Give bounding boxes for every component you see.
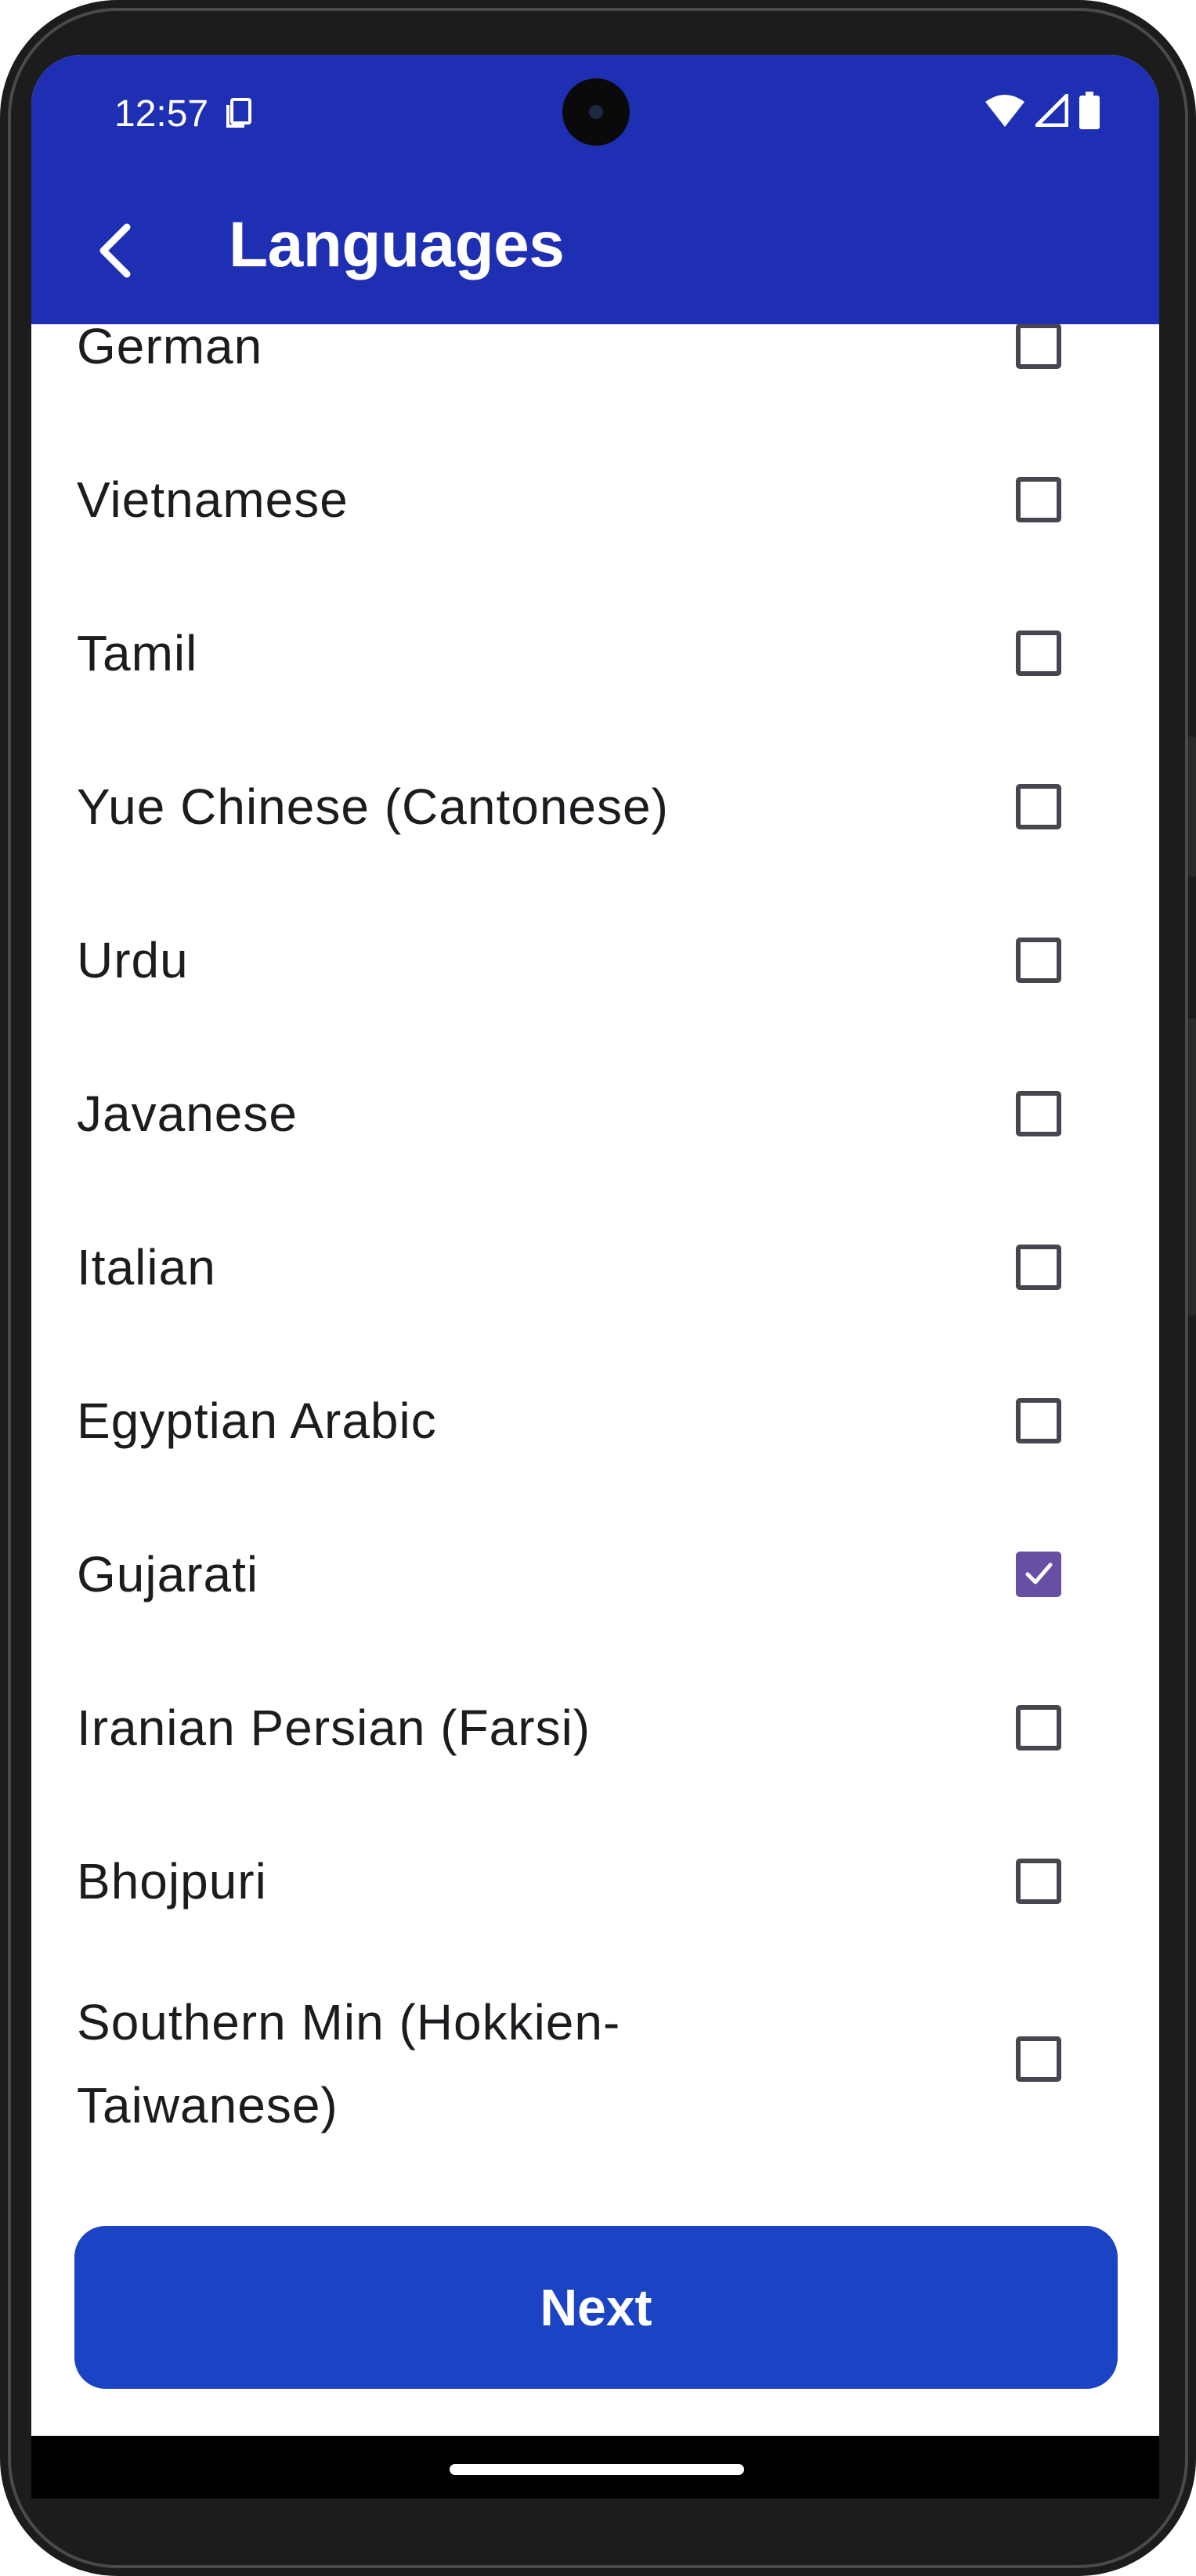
sim-icon: [226, 97, 252, 128]
checkbox[interactable]: [1016, 2036, 1061, 2082]
list-item-label-line-1: Southern Min (Hokkien-: [77, 1994, 621, 2050]
checkbox[interactable]: [1016, 1245, 1061, 1290]
list-item-urdu[interactable]: Urdu: [31, 883, 1159, 1037]
checkbox[interactable]: [1016, 784, 1061, 829]
list-item-german[interactable]: German: [31, 324, 1159, 423]
checkbox[interactable]: [1016, 1705, 1061, 1750]
check-icon: [1025, 1563, 1053, 1584]
app-bar: 12:57 Languages: [31, 55, 1159, 324]
wifi-icon: [985, 94, 1024, 131]
list-item-vietnamese[interactable]: Vietnamese: [31, 423, 1159, 576]
checkbox[interactable]: [1016, 1859, 1061, 1904]
list-item-egyptian-arabic[interactable]: Egyptian Arabic: [31, 1344, 1159, 1498]
status-time: 12:57: [114, 93, 209, 135]
list-item-label: Tamil: [77, 625, 198, 681]
list-item-javanese[interactable]: Javanese: [31, 1037, 1159, 1190]
list-item-yue-chinese[interactable]: Yue Chinese (Cantonese): [31, 730, 1159, 883]
list-item-label: Italian: [77, 1239, 216, 1295]
checkbox[interactable]: [1016, 1398, 1061, 1443]
back-button[interactable]: [77, 211, 155, 290]
list-item-label: Bhojpuri: [77, 1853, 267, 1909]
list-item-label: German: [77, 324, 263, 374]
checkbox[interactable]: [1016, 477, 1061, 522]
checkbox-checked[interactable]: [1016, 1552, 1061, 1597]
list-item-gujarati[interactable]: Gujarati: [31, 1498, 1159, 1651]
list-item-label: Yue Chinese (Cantonese): [77, 779, 669, 835]
navigation-bar: [31, 2436, 1159, 2498]
device-frame: 12:57 Languages German Vietnamese Tamil …: [0, 0, 1196, 2576]
checkbox[interactable]: [1016, 1091, 1061, 1136]
page-title: Languages: [229, 209, 565, 280]
front-camera: [562, 78, 630, 146]
screen: 12:57 Languages German Vietnamese Tamil …: [31, 55, 1159, 2498]
list-item-southern-min[interactable]: Southern Min (Hokkien- Taiwanese): [31, 1958, 1159, 2163]
list-item-italian[interactable]: Italian: [31, 1190, 1159, 1344]
list-item-label: Vietnamese: [77, 471, 349, 528]
battery-icon: [1079, 91, 1100, 133]
list-item-bhojpuri[interactable]: Bhojpuri: [31, 1805, 1159, 1958]
list-item-label: Gujarati: [77, 1546, 259, 1602]
list-item-label: Egyptian Arabic: [77, 1393, 437, 1449]
list-item-iranian-persian[interactable]: Iranian Persian (Farsi): [31, 1651, 1159, 1805]
list-item-tamil[interactable]: Tamil: [31, 576, 1159, 730]
volume-button: [1188, 1018, 1196, 1316]
list-item-label: Urdu: [77, 932, 189, 988]
list-item-label: Iranian Persian (Farsi): [77, 1700, 591, 1756]
list-item-label-line-2: Taiwanese): [77, 2077, 338, 2133]
checkbox[interactable]: [1016, 630, 1061, 676]
cellular-signal-icon: [1035, 93, 1069, 131]
language-list[interactable]: German Vietnamese Tamil Yue Chinese (Can…: [31, 324, 1159, 2498]
checkbox[interactable]: [1016, 938, 1061, 983]
power-button: [1188, 736, 1196, 877]
status-icons: [985, 91, 1100, 133]
home-gesture-handle[interactable]: [450, 2464, 744, 2475]
arrow-back-icon: [99, 223, 131, 278]
list-item-label: Javanese: [77, 1086, 298, 1142]
next-button[interactable]: Next: [74, 2226, 1118, 2389]
checkbox[interactable]: [1016, 324, 1061, 369]
